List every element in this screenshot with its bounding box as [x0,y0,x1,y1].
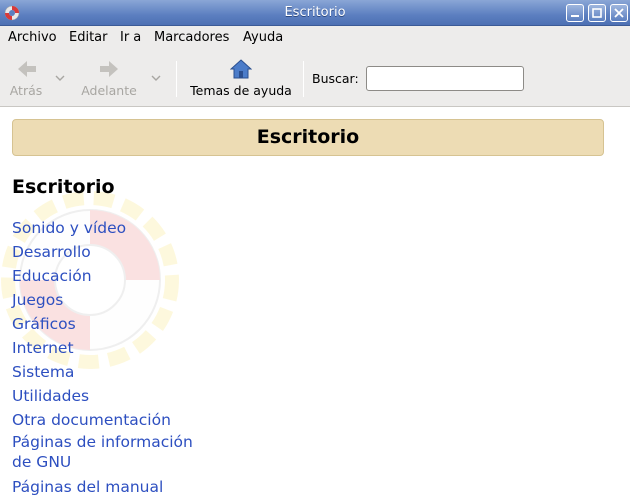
toolbar: Atrás Adelante Temas de ayuda Buscar: [0,50,630,107]
help-content-pane[interactable]: Escritorio Escritorio Sonido y vídeo Des… [0,108,630,498]
menu-archivo[interactable]: Archivo [8,30,57,45]
link-desarrollo[interactable]: Desarrollo [12,240,212,264]
page-banner: Escritorio [12,119,604,156]
topic-link-list: Sonido y vídeo Desarrollo Educación Jueg… [12,216,212,498]
back-history-chevron-down-icon[interactable] [55,71,65,86]
link-juegos[interactable]: Juegos [12,288,212,312]
menu-marcadores[interactable]: Marcadores [154,30,229,45]
section-heading: Escritorio [12,176,115,198]
maximize-icon[interactable] [588,4,606,22]
link-otra-documentacion[interactable]: Otra documentación [12,408,212,432]
menu-editar[interactable]: Editar [69,30,108,45]
link-internet[interactable]: Internet [12,336,212,360]
link-educacion[interactable]: Educación [12,264,212,288]
back-label: Atrás [9,83,43,98]
link-graficos[interactable]: Gráficos [12,312,212,336]
back-button[interactable]: Atrás [0,50,52,106]
menu-ayuda[interactable]: Ayuda [243,30,283,45]
arrow-right-icon [100,61,118,77]
home-icon [230,59,252,79]
arrow-left-icon [18,61,36,77]
minimize-icon[interactable] [566,4,584,22]
forward-button[interactable]: Adelante [76,50,142,106]
window-titlebar[interactable]: Escritorio [0,0,630,26]
window-title: Escritorio [284,5,346,20]
menu-bar: Archivo Editar Ir a Marcadores Ayuda [0,26,630,50]
link-sonido-y-video[interactable]: Sonido y vídeo [12,216,212,240]
link-utilidades[interactable]: Utilidades [12,384,212,408]
link-sistema[interactable]: Sistema [12,360,212,384]
close-icon[interactable] [610,4,628,22]
forward-history-chevron-down-icon[interactable] [151,71,161,86]
search-input[interactable] [366,66,524,91]
menu-ir-a[interactable]: Ir a [120,30,141,45]
link-paginas-del-manual[interactable]: Páginas del manual [12,475,212,498]
search-label: Buscar: [312,71,359,86]
toolbar-separator [303,61,304,97]
help-topics-button[interactable]: Temas de ayuda [186,50,296,106]
toolbar-separator [176,61,177,97]
forward-label: Adelante [81,83,137,98]
help-topics-label: Temas de ayuda [190,83,292,98]
link-paginas-de-informacion-gnu[interactable]: Páginas de información de GNU [12,432,212,475]
